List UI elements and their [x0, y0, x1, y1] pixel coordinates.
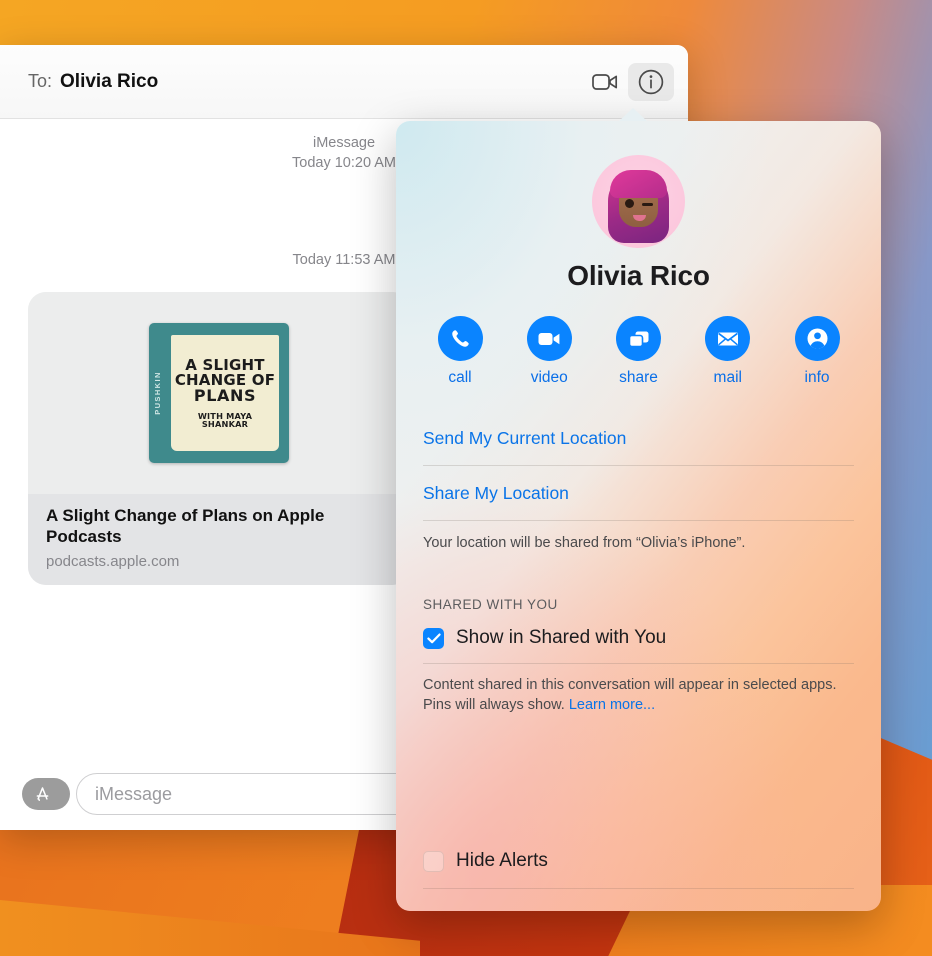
action-info-circle: [794, 316, 840, 361]
action-share-label: share: [619, 369, 658, 386]
link-preview-url: podcasts.apple.com: [46, 552, 180, 570]
avatar-container: [423, 155, 854, 248]
apps-stack-front: [22, 778, 62, 810]
quick-actions-row: call video share mail info: [423, 316, 854, 387]
timestamp-text: Today 11:53 AM: [292, 252, 396, 268]
show-in-shared-label: Show in Shared with You: [456, 627, 667, 649]
link-preview-card[interactable]: PUSHKIN A SLIGHT CHANGE OF PLANS WITH MA…: [28, 292, 410, 585]
podcast-sticky-note: A SLIGHT CHANGE OF PLANS WITH MAYA SHANK…: [171, 335, 279, 451]
facetime-button[interactable]: [582, 63, 628, 101]
envelope-icon: [717, 332, 738, 345]
hide-alerts-row[interactable]: Hide Alerts: [423, 850, 854, 888]
shared-with-you-note: Content shared in this conversation will…: [423, 664, 854, 715]
memoji-eye-wink: [642, 203, 653, 206]
phone-icon: [451, 330, 469, 347]
show-in-shared-checkbox[interactable]: [423, 627, 444, 649]
video-camera-icon: [538, 332, 560, 345]
action-info[interactable]: info: [784, 316, 850, 387]
link-preview-meta: A Slight Change of Plans on Apple Podcas…: [28, 494, 410, 585]
avatar[interactable]: [592, 155, 685, 248]
action-mail-circle: [705, 316, 751, 361]
desktop-wallpaper: To: Olivia Rico iMessage Today 10:20 AM …: [0, 0, 932, 956]
location-source-note: Your location will be shared from “Olivi…: [423, 535, 746, 551]
action-video-label: video: [530, 369, 568, 386]
message-input-placeholder: iMessage: [95, 783, 173, 804]
action-info-label: info: [804, 369, 830, 386]
share-windows-icon: [628, 331, 648, 347]
hide-alerts-checkbox[interactable]: [423, 850, 444, 872]
popover-contact-name: Olivia Rico: [567, 260, 710, 291]
video-camera-icon: [592, 73, 618, 90]
share-my-location-link[interactable]: Share My Location: [423, 466, 854, 520]
cover-line-4: WITH MAYA SHANKAR: [197, 410, 253, 429]
shared-with-you-heading: SHARED WITH YOU: [423, 597, 558, 613]
action-share-circle: [616, 316, 661, 361]
action-call[interactable]: call: [427, 316, 493, 387]
divider: [423, 888, 854, 889]
contact-details-popover: Olivia Rico call video share mail info S…: [396, 108, 881, 911]
timestamp-text: Today 10:20 AM: [292, 155, 396, 171]
popover-content: Olivia Rico call video share mail info S…: [396, 121, 881, 911]
memoji-fringe: [610, 170, 667, 198]
show-in-shared-row[interactable]: Show in Shared with You: [423, 624, 854, 663]
popover-spacer: [423, 715, 854, 850]
to-label: To:: [28, 71, 53, 91]
action-call-label: call: [448, 369, 472, 386]
cover-line-3: PLANS: [193, 386, 257, 406]
action-video-circle: [526, 316, 572, 361]
podcast-cover-art: PUSHKIN A SLIGHT CHANGE OF PLANS WITH MA…: [149, 323, 289, 463]
learn-more-link[interactable]: Learn more...: [569, 697, 655, 713]
app-store-icon: [36, 786, 48, 801]
link-preview-artwork: PUSHKIN A SLIGHT CHANGE OF PLANS WITH MA…: [28, 292, 410, 494]
action-share[interactable]: share: [606, 316, 672, 387]
person-circle-icon: [807, 328, 827, 349]
window-titlebar: To: Olivia Rico: [0, 45, 688, 119]
checkmark-icon: [426, 633, 441, 644]
podcast-network-label: PUSHKIN: [153, 371, 162, 415]
action-video[interactable]: video: [516, 316, 582, 387]
memoji-eye-open: [625, 199, 634, 208]
hide-alerts-label: Hide Alerts: [456, 850, 548, 871]
details-info-button[interactable]: [628, 62, 674, 101]
apps-browser-button[interactable]: [20, 774, 70, 814]
recipient-name: Olivia Rico: [60, 70, 159, 92]
link-preview-title: A Slight Change of Plans on Apple Podcas…: [46, 506, 325, 547]
action-mail[interactable]: mail: [695, 316, 761, 387]
info-circle-icon: [638, 69, 664, 94]
send-current-location-link[interactable]: Send My Current Location: [423, 411, 854, 465]
action-call-circle: [437, 316, 483, 361]
action-mail-label: mail: [713, 369, 742, 386]
